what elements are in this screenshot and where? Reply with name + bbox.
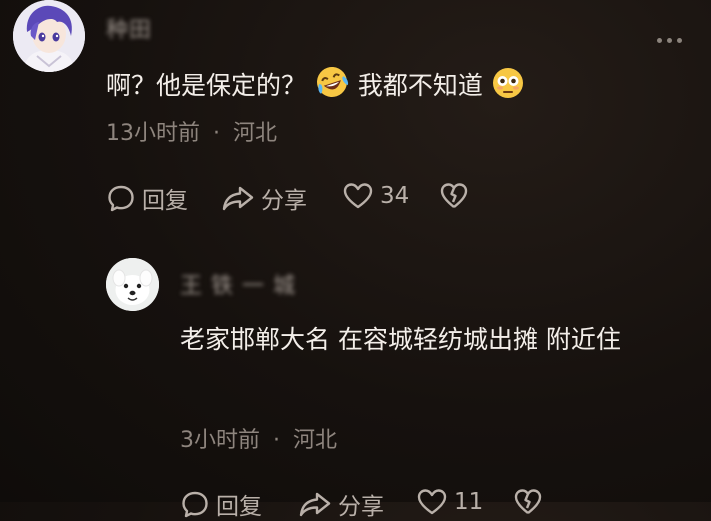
share-arrow-icon [299, 492, 331, 517]
broken-heart-icon [514, 489, 542, 514]
flushed-emoji-icon [492, 68, 523, 98]
reply-like-button[interactable]: 11 [416, 487, 483, 517]
replier-avatar[interactable] [106, 258, 159, 311]
share-button[interactable]: 分享 [221, 181, 307, 215]
reply-like-count: 11 [454, 489, 484, 515]
reply-share-button[interactable]: 分享 [298, 487, 384, 521]
comment-meta: 13小时前 · 河北 [106, 115, 277, 147]
comment-bubble-icon [108, 185, 134, 212]
reply-meta: 3小时前 · 河北 [180, 422, 337, 454]
dislike-button[interactable] [439, 181, 475, 211]
more-options-icon[interactable] [657, 38, 682, 43]
comment-text: 啊？他是保定的？ 我都不知道 [106, 64, 525, 101]
heart-icon [343, 183, 373, 209]
like-button[interactable]: 34 [342, 181, 409, 211]
reply-button-label: 回复 [142, 188, 188, 214]
white-dog-avatar-icon [106, 258, 159, 311]
reply-location: 河北 [293, 428, 338, 453]
like-count: 34 [380, 183, 410, 209]
comment-bubble-icon [182, 491, 208, 518]
reply-reply-button[interactable]: 回复 [180, 487, 262, 521]
comment-time: 13小时前 [106, 121, 200, 146]
reply-text: 老家邯郸大名 在容城轻纺城出摊 附近住 [180, 325, 621, 354]
comment-text-part2: 我都不知道 [357, 71, 483, 100]
comment-text-part1: 啊？他是保定的？ [106, 71, 307, 100]
laughing-crying-emoji-icon [316, 67, 349, 97]
reply-button[interactable]: 回复 [106, 181, 188, 215]
meta-separator: · [213, 121, 220, 146]
commenter-avatar[interactable] [13, 0, 85, 72]
share-button-label: 分享 [261, 188, 307, 214]
comment-location: 河北 [233, 121, 278, 146]
heart-icon [417, 489, 447, 515]
broken-heart-icon [440, 183, 468, 208]
reply-dislike-button[interactable] [513, 487, 549, 517]
meta-separator: · [273, 428, 280, 453]
replier-username[interactable]: 王 铁 一 城 [180, 268, 296, 300]
anime-avatar-icon [13, 0, 85, 72]
reply-share-label: 分享 [338, 494, 384, 520]
share-arrow-icon [222, 186, 254, 211]
reply-time: 3小时前 [180, 428, 260, 453]
commenter-username[interactable]: 种田 [106, 12, 152, 44]
reply-reply-label: 回复 [216, 494, 262, 520]
